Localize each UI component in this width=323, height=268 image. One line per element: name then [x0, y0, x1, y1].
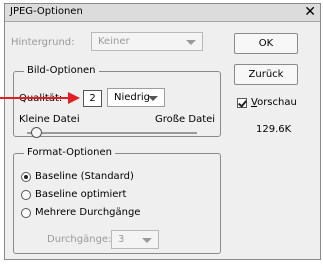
option-baseline-optimized-label[interactable]: Baseline optimiert [35, 189, 126, 200]
annotation-arrow [0, 92, 80, 104]
preview-label-rest: orschau [257, 97, 297, 108]
preview-file-size: 129.6K [256, 124, 292, 135]
background-select-value: Keiner [98, 36, 130, 47]
background-select[interactable]: Keiner [91, 32, 203, 51]
back-button[interactable]: Zurück [234, 64, 298, 85]
quality-slider-track[interactable] [27, 132, 197, 134]
passes-select-value: 3 [118, 234, 125, 245]
large-file-label: Große Datei [155, 114, 216, 125]
radio-baseline-standard[interactable] [21, 172, 31, 182]
close-icon[interactable]: ✕ [304, 3, 316, 21]
quality-slider-thumb[interactable] [31, 127, 42, 138]
small-file-label: Kleine Datei [19, 114, 80, 125]
dialog-title: JPEG-Optionen [10, 6, 83, 17]
title-bar: JPEG-Optionen ✕ [5, 4, 320, 22]
option-baseline-standard-label[interactable]: Baseline (Standard) [35, 171, 134, 182]
chevron-down-icon [148, 96, 158, 101]
annotation-arrow-head [68, 92, 80, 104]
chevron-down-icon [186, 40, 196, 45]
passes-label: Durchgänge: [47, 234, 112, 245]
preview-checkbox[interactable] [237, 98, 247, 108]
radio-progressive[interactable] [21, 208, 31, 218]
passes-select[interactable]: 3 [111, 230, 159, 249]
preview-label[interactable]: Vorschau [251, 97, 297, 108]
ok-button[interactable]: OK [234, 33, 298, 54]
option-progressive-label[interactable]: Mehrere Durchgänge [35, 207, 140, 218]
jpeg-options-dialog: JPEG-Optionen ✕ Hintergrund: Keiner Bild… [4, 3, 321, 260]
background-label: Hintergrund: [11, 37, 75, 48]
quality-preset-select[interactable]: Niedrig [107, 88, 165, 107]
format-options-legend: Format-Optionen [24, 147, 115, 158]
quality-input[interactable]: 2 [83, 90, 102, 107]
quality-preset-value: Niedrig [114, 92, 150, 103]
radio-baseline-optimized[interactable] [21, 190, 31, 200]
image-options-legend: Bild-Optionen [24, 65, 99, 76]
chevron-down-icon [142, 238, 152, 243]
